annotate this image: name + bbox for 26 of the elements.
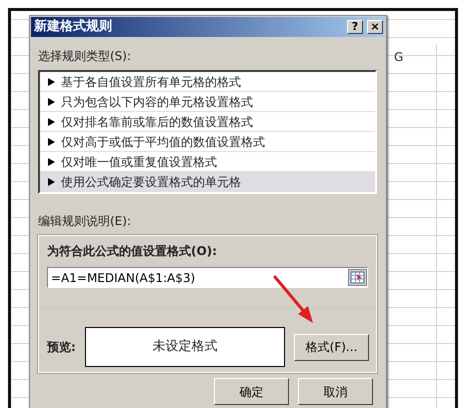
- triangle-icon: [48, 98, 55, 106]
- format-button[interactable]: 格式(F)...: [294, 334, 369, 360]
- window-title: 新建格式规则: [34, 18, 112, 36]
- triangle-icon: [48, 178, 55, 186]
- list-item[interactable]: 基于各自值设置所有单元格的格式: [40, 72, 375, 92]
- annotation-arrow: [272, 274, 316, 326]
- close-button[interactable]: ×: [367, 20, 383, 34]
- triangle-icon: [48, 138, 55, 146]
- column-header: G: [394, 49, 404, 66]
- formula-label: 为符合此公式的值设置格式(O):: [47, 243, 218, 260]
- ok-button[interactable]: 确定: [214, 378, 289, 405]
- preview-box: 未设定格式: [85, 327, 285, 367]
- cancel-button[interactable]: 取消: [298, 378, 373, 405]
- section-label: 选择规则类型(S):: [38, 48, 132, 65]
- help-button[interactable]: ?: [347, 20, 363, 34]
- list-item[interactable]: 仅对排名靠前或靠后的数值设置格式: [40, 112, 375, 132]
- list-item[interactable]: 只为包含以下内容的单元格设置格式: [40, 92, 375, 112]
- list-item[interactable]: 仅对高于或低于平均值的数值设置格式: [40, 132, 375, 152]
- preview-label: 预览:: [47, 339, 77, 356]
- formula-field[interactable]: =A1=MEDIAN(A$1:A$3): [47, 267, 368, 288]
- list-item[interactable]: 使用公式确定要设置格式的单元格: [40, 172, 375, 192]
- triangle-icon: [48, 158, 55, 166]
- triangle-icon: [48, 78, 55, 86]
- range-picker-icon[interactable]: [348, 269, 367, 286]
- triangle-icon: [48, 118, 55, 126]
- section-label: 编辑规则说明(E):: [38, 213, 132, 230]
